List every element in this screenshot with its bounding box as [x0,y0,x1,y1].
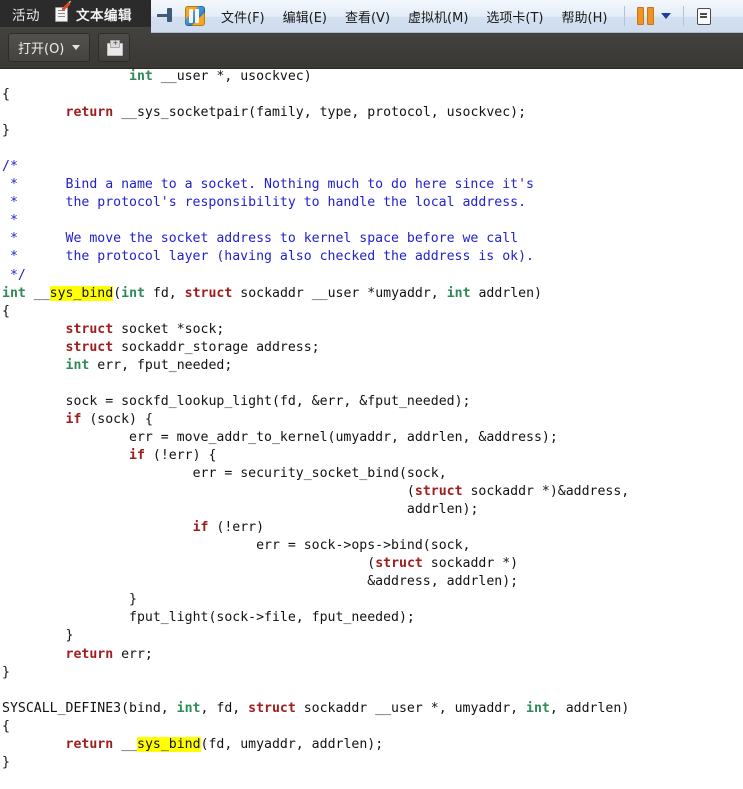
code-token: int [2,285,26,301]
code-token: return [65,646,114,662]
code-token: * Bind a name to a socket. Nothing much … [2,177,534,193]
chevron-down-icon [72,45,81,50]
code-token: struct [248,700,296,716]
source-code[interactable]: int __user *, usockvec) { return __sys_s… [0,68,743,772]
code-token: return [65,736,114,752]
menu-help[interactable]: 帮助(H) [553,3,617,30]
open-button-label: 打开(O) [18,42,65,57]
search-match-highlight: sys_bind [137,736,201,752]
code-token: struct [65,339,114,355]
code-token: if [192,520,209,536]
code-token: */ [2,267,26,283]
code-editor-area[interactable]: int __user *, usockvec) { return __sys_s… [0,68,743,789]
code-token: * [2,213,18,229]
app-menu-button[interactable]: 文本编辑 [50,1,132,24]
menu-edit[interactable]: 编辑(E) [274,3,336,30]
activities-button[interactable]: 活动 [0,4,50,24]
text-editor-icon [54,1,71,22]
editor-toolbar: 打开(O) + [0,27,743,69]
pin-icon[interactable] [155,3,181,29]
search-match-highlight: sys_bind [49,285,114,301]
code-token: /* [2,159,18,175]
code-token: * the protocol's responsibility to handl… [2,195,527,211]
code-token: int [129,69,153,84]
menu-view[interactable]: 查看(V) [336,3,399,30]
vmware-menu-bar: 文件(F) 编辑(E) 查看(V) 虚拟机(M) 选项卡(T) 帮助(H) [151,0,743,33]
open-button[interactable]: 打开(O) [8,33,91,62]
code-token: struct [375,556,423,572]
toolbar-separator-2 [683,6,685,26]
menu-virtual-machine[interactable]: 虚拟机(M) [399,3,477,30]
menu-file[interactable]: 文件(F) [212,3,274,30]
save-button[interactable]: + [98,33,131,62]
code-token: struct [414,484,463,500]
code-token: if [65,411,82,427]
code-token: int [176,700,201,716]
code-token: if [129,447,145,463]
code-token: * We move the socket address to kernel s… [2,231,519,247]
code-token: return [65,105,114,121]
code-token: struct [65,321,114,337]
save-icon: + [106,39,124,56]
pause-icon[interactable] [633,5,657,27]
code-token: struct [184,285,233,301]
code-token: int [526,700,550,716]
toolbar-separator [624,6,626,26]
unity-mode-icon[interactable] [694,6,712,26]
menu-tabs[interactable]: 选项卡(T) [477,3,552,30]
vmware-logo-icon [185,6,205,26]
code-token: int [65,357,90,373]
code-token: int [446,285,471,301]
chevron-down-icon[interactable] [657,5,675,27]
code-token: int [121,285,145,301]
app-menu-label: 文本编辑 [76,7,132,24]
code-token: * the protocol layer (having also checke… [2,249,534,265]
